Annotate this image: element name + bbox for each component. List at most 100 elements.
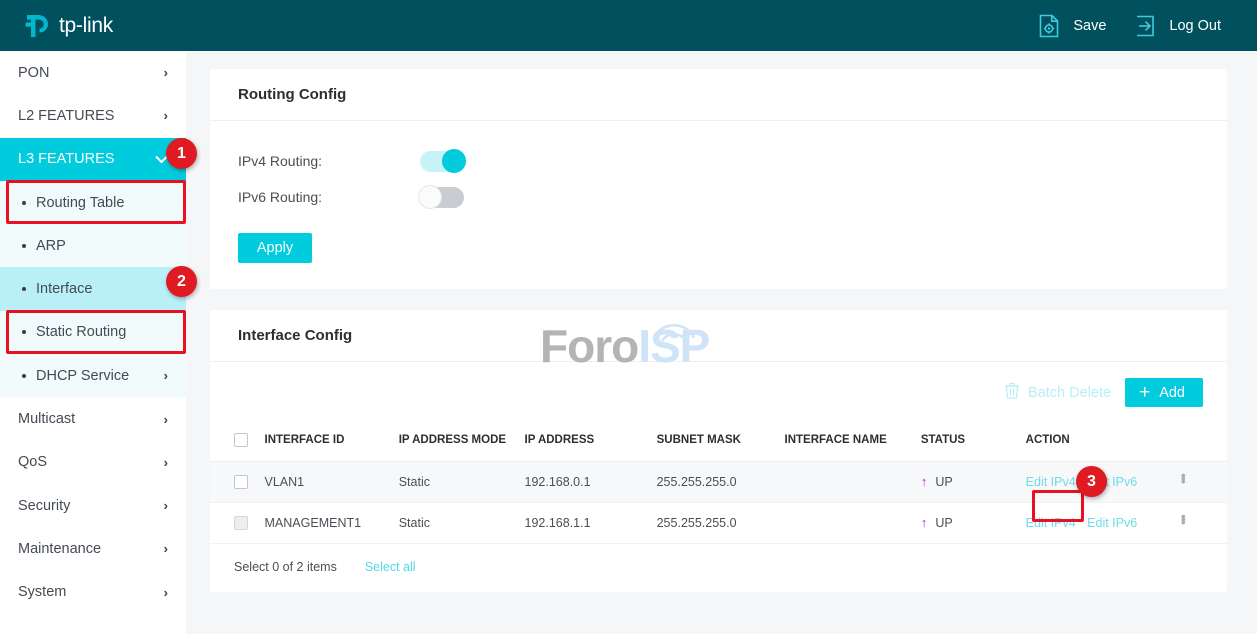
ipv4-routing-row: IPv4 Routing: (238, 143, 1199, 179)
tplink-logo[interactable]: tp-link (24, 12, 113, 40)
routing-config-body: IPv4 Routing: IPv6 Routing: Apply (210, 121, 1227, 289)
sidebar-subitem-label: ARP (36, 237, 66, 254)
trash-icon (1004, 382, 1020, 403)
sidebar-subitem-label: DHCP Service (36, 367, 130, 384)
row-select-cell (210, 461, 265, 503)
cell-action: Edit IPv4 Edit IPv6 (1025, 502, 1181, 544)
edit-ipv6-link[interactable]: Edit IPv6 (1087, 516, 1137, 530)
sidebar-item-label: Multicast (18, 411, 76, 428)
sidebar-subitem-arp[interactable]: ARP (0, 224, 186, 267)
select-summary-label: Select 0 of 2 items (234, 559, 337, 574)
sidebar-item-pon[interactable]: PON › (0, 51, 186, 94)
chevron-right-icon: › (163, 368, 168, 384)
chevron-right-icon: › (163, 108, 168, 124)
chevron-right-icon: › (163, 584, 168, 600)
cell-interface-id: MANAGEMENT1 (264, 502, 399, 544)
sidebar-item-l2-features[interactable]: L2 FEATURES › (0, 94, 186, 137)
more-options-icon[interactable]: • • • (1181, 509, 1186, 529)
interface-toolbar: Batch Delete + Add (210, 362, 1227, 419)
cell-ip-address: 192.168.0.1 (524, 461, 657, 503)
sidebar-item-l3-features[interactable]: L3 FEATURES (0, 137, 186, 181)
batch-delete-label: Batch Delete (1028, 384, 1112, 401)
bullet-icon (22, 200, 26, 205)
sidebar-subitem-routing-table[interactable]: Routing Table (0, 181, 186, 224)
cell-row-menu: • • • (1180, 461, 1227, 503)
sidebar: PON › L2 FEATURES › L3 FEATURES Routing … (0, 51, 186, 634)
sidebar-item-system[interactable]: System › (0, 571, 186, 614)
table-footer: Select 0 of 2 items Select all (210, 544, 1227, 592)
sidebar-item-label: L2 FEATURES (18, 107, 115, 124)
col-status: STATUS (920, 419, 1026, 462)
logout-button[interactable]: Log Out (1132, 13, 1221, 39)
sidebar-item-label: QoS (18, 454, 48, 471)
more-options-icon[interactable]: • • • (1181, 468, 1186, 488)
tplink-logo-icon (24, 12, 54, 40)
cell-status: ↑ UP (920, 502, 1026, 544)
sidebar-subitem-label: Routing Table (36, 194, 125, 211)
sidebar-item-label: System (18, 584, 67, 601)
l3-features-submenu: Routing Table ARP Interface Static Routi… (0, 180, 186, 398)
sidebar-item-qos[interactable]: QoS › (0, 441, 186, 484)
col-ip-address-mode: IP ADDRESS MODE (398, 419, 525, 462)
col-menu (1180, 419, 1227, 462)
bullet-icon (22, 243, 26, 248)
bullet-icon (22, 287, 26, 292)
edit-ipv4-link[interactable]: Edit IPv4 (1026, 475, 1076, 489)
col-subnet-mask: SUBNET MASK (656, 419, 785, 462)
ipv6-routing-row: IPv6 Routing: (238, 179, 1199, 215)
table-row: VLAN1 Static 192.168.0.1 255.255.255.0 ↑… (210, 461, 1227, 503)
main-content: Routing Config IPv4 Routing: IPv6 Routin… (186, 51, 1257, 634)
col-ip-address: IP ADDRESS (524, 419, 657, 462)
cell-row-menu: • • • (1180, 502, 1227, 544)
ipv4-routing-label: IPv4 Routing: (238, 153, 323, 169)
cell-ip-address-mode: Static (398, 502, 525, 544)
toggle-knob (442, 149, 466, 173)
logout-label: Log Out (1169, 17, 1221, 34)
cell-subnet-mask: 255.255.255.0 (656, 502, 785, 544)
select-all-checkbox[interactable] (234, 432, 248, 447)
add-button[interactable]: + Add (1125, 378, 1203, 407)
ipv4-routing-toggle[interactable] (420, 149, 466, 173)
toggle-knob (418, 185, 442, 209)
ipv6-routing-toggle[interactable] (418, 185, 464, 209)
col-action: ACTION (1025, 419, 1181, 462)
plus-icon: + (1139, 382, 1151, 403)
chevron-right-icon: › (163, 498, 168, 514)
sidebar-subitem-static-routing[interactable]: Static Routing (0, 311, 186, 354)
tplink-logo-text: tp-link (59, 13, 113, 37)
edit-ipv4-link-row-2[interactable]: Edit IPv4 (1026, 516, 1076, 530)
cell-interface-id: VLAN1 (264, 461, 399, 503)
header-actions: Save Log Out (1036, 13, 1221, 39)
status-text: UP (935, 516, 953, 530)
select-all-link[interactable]: Select all (365, 560, 416, 574)
save-gear-icon (1036, 13, 1062, 39)
sidebar-item-maintenance[interactable]: Maintenance › (0, 527, 186, 570)
cell-subnet-mask: 255.255.255.0 (656, 461, 785, 503)
apply-button[interactable]: Apply (238, 233, 312, 263)
sidebar-item-label: Security (18, 497, 71, 514)
sidebar-subitem-dhcp-service[interactable]: DHCP Service › (0, 354, 186, 397)
batch-delete-button[interactable]: Batch Delete (1004, 382, 1111, 403)
save-button[interactable]: Save (1036, 13, 1106, 39)
logout-arrow-icon (1132, 13, 1158, 39)
edit-ipv6-link[interactable]: Edit IPv6 (1087, 475, 1137, 489)
cell-action: Edit IPv4 Edit IPv6 (1025, 461, 1181, 503)
row-checkbox[interactable] (234, 474, 248, 489)
sidebar-item-security[interactable]: Security › (0, 484, 186, 527)
table-row: MANAGEMENT1 Static 192.168.1.1 255.255.2… (210, 502, 1227, 544)
bullet-icon (22, 330, 26, 335)
sidebar-subitem-label: Interface (36, 281, 93, 298)
save-label: Save (1073, 17, 1107, 34)
sidebar-subitem-label: Static Routing (36, 324, 127, 341)
interface-config-card: Interface Config Batch Delete + Add INTE… (210, 310, 1227, 592)
app-root: tp-link Save Log Out PON › L2 FEATURES ›… (0, 0, 1257, 634)
sidebar-item-multicast[interactable]: Multicast › (0, 397, 186, 440)
status-up-arrow-icon: ↑ (920, 515, 928, 530)
sidebar-item-label: Maintenance (18, 540, 102, 557)
row-checkbox[interactable] (234, 515, 248, 530)
bullet-icon (22, 373, 26, 378)
routing-config-card: Routing Config IPv4 Routing: IPv6 Routin… (210, 69, 1227, 289)
sidebar-subitem-interface[interactable]: Interface (0, 267, 186, 311)
ipv6-routing-label: IPv6 Routing: (238, 189, 323, 205)
status-up-arrow-icon: ↑ (920, 474, 928, 489)
